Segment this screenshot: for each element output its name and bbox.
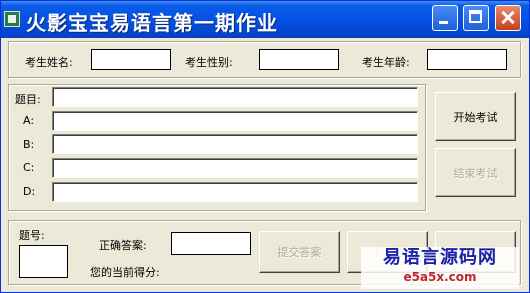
current-score-label: 您的当前得分: <box>90 266 160 279</box>
submit-answer-button[interactable]: 提交答案 <box>259 231 340 273</box>
option-c-label: C: <box>23 161 35 174</box>
age-field[interactable] <box>427 49 507 70</box>
option-b-label: B: <box>23 138 35 151</box>
option-d-label: D: <box>23 185 36 198</box>
correct-answer-label: 正确答案: <box>99 239 147 252</box>
option-a-field[interactable] <box>52 111 418 131</box>
close-button[interactable] <box>495 5 521 31</box>
option-d-field[interactable] <box>52 182 418 202</box>
minimize-button[interactable] <box>432 5 458 31</box>
question-title-field[interactable] <box>52 87 418 107</box>
name-field[interactable] <box>91 49 171 70</box>
question-title-label: 题目: <box>15 93 41 106</box>
window-title: 火影宝宝易语言第一期作业 <box>26 11 278 35</box>
main-window: 火影宝宝易语言第一期作业 考生姓名: 考生性别: 考生年龄: 题目: A: B:… <box>0 0 530 293</box>
correct-answer-field[interactable] <box>171 232 251 255</box>
option-a-label: A: <box>23 114 35 127</box>
maximize-button[interactable] <box>463 5 489 31</box>
watermark-text: 易语言源码网 <box>383 247 497 268</box>
maximize-icon <box>469 10 482 23</box>
site-watermark: 易语言源码网 e5a5x.com <box>361 247 519 289</box>
title-bar[interactable]: 火影宝宝易语言第一期作业 <box>1 1 529 38</box>
app-icon <box>4 11 20 27</box>
age-label: 考生年龄: <box>362 56 410 69</box>
watermark-url: e5a5x.com <box>403 270 477 284</box>
question-number-field[interactable] <box>19 245 68 278</box>
gender-field[interactable] <box>259 49 339 70</box>
option-c-field[interactable] <box>52 158 418 178</box>
close-icon <box>496 6 520 30</box>
name-label: 考生姓名: <box>25 56 73 69</box>
start-exam-button[interactable]: 开始考试 <box>435 92 516 141</box>
gender-label: 考生性别: <box>185 56 233 69</box>
minimize-icon <box>439 21 448 24</box>
end-exam-button[interactable]: 结束考试 <box>435 148 516 197</box>
question-number-label: 题号: <box>19 229 45 242</box>
option-b-field[interactable] <box>52 134 418 154</box>
